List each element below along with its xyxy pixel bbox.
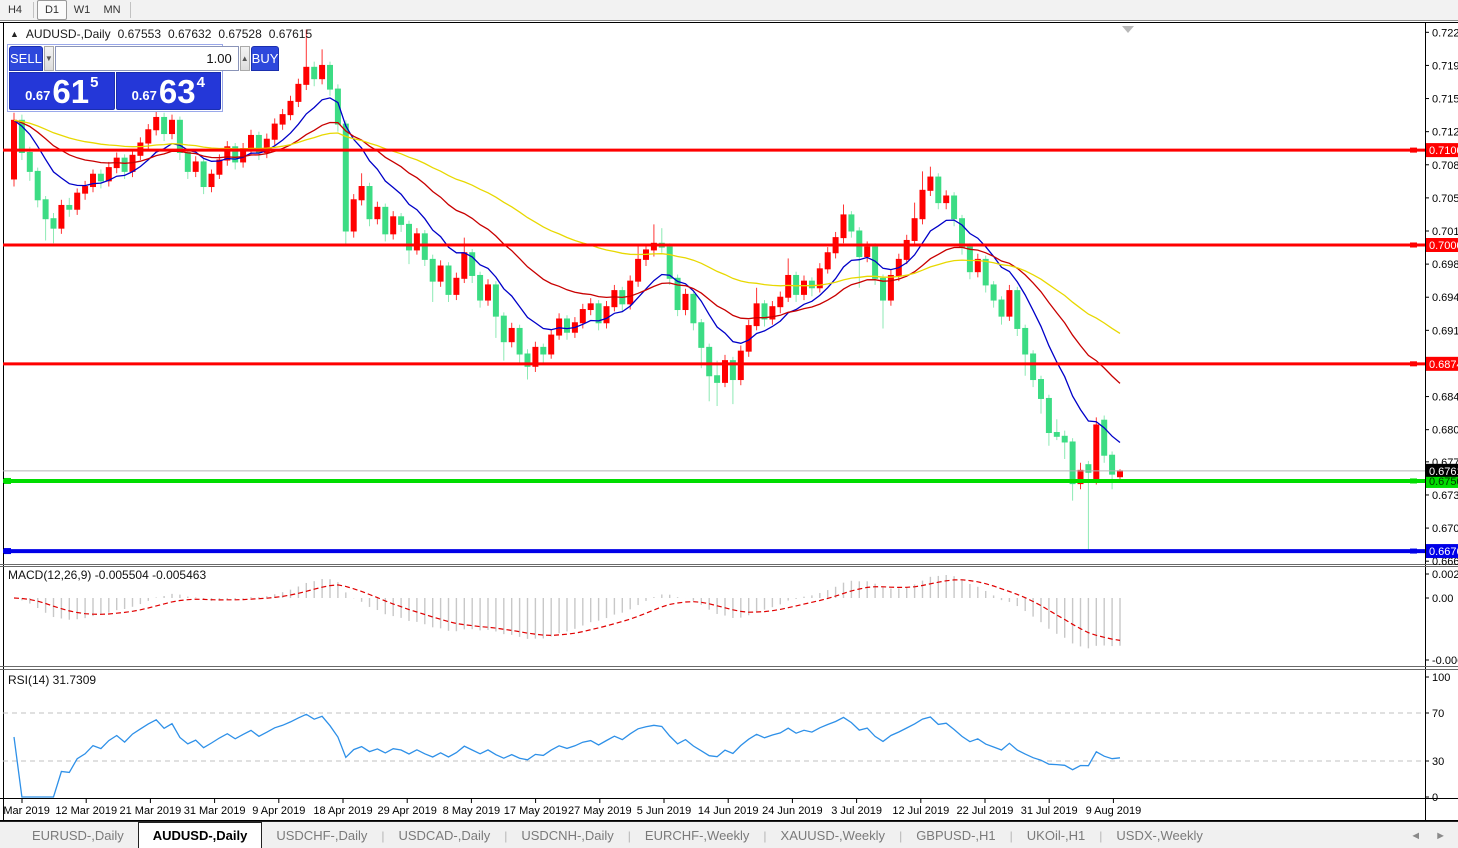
buy-button[interactable]: BUY <box>250 46 280 71</box>
date-tick-label: 22 Jul 2019 <box>957 805 1014 817</box>
volume-input[interactable] <box>54 46 239 71</box>
tab-usdcnh-daily[interactable]: USDCNH-,Daily <box>507 824 627 848</box>
date-tick-label: 8 May 2019 <box>443 805 500 817</box>
date-tick-label: 29 Apr 2019 <box>378 805 437 817</box>
date-tick-label: 31 Mar 2019 <box>184 805 246 817</box>
tab-scroll-controls: ◄ ► <box>1410 830 1458 848</box>
sell-button[interactable]: SELL <box>9 46 43 71</box>
symbol-tab-bar: EURUSD-,Daily AUDUSD-,Daily USDCHF-,Daily |… <box>0 821 1458 848</box>
price-tick-label: 0.68050 <box>1432 425 1458 437</box>
tab-xauusd-weekly[interactable]: XAUUSD-,Weekly <box>767 824 900 848</box>
sell-price-pip: 5 <box>90 74 99 91</box>
date-tick-label: 9 Aug 2019 <box>1086 805 1142 817</box>
line-handle[interactable] <box>1410 361 1417 367</box>
timeframe-toolbar: H4 D1 W1 MN <box>0 0 1458 21</box>
date-tick-label: 17 May 2019 <box>504 805 568 817</box>
timeframe-button-mn[interactable]: MN <box>97 0 127 20</box>
macd-scale-label: 0.00 <box>1432 593 1453 605</box>
price-tick-label: 0.67010 <box>1432 523 1458 535</box>
tab-usdx-weekly[interactable]: USDX-,Weekly <box>1102 824 1216 848</box>
price-tick-label: 0.71550 <box>1432 94 1458 106</box>
buy-price-pip: 4 <box>196 74 205 91</box>
price-level-value: 0.68746 <box>1429 359 1458 371</box>
line-handle[interactable] <box>4 548 11 555</box>
price-tick-label: 0.70150 <box>1432 226 1458 238</box>
timeframe-button-d1[interactable]: D1 <box>37 0 67 20</box>
tab-ukoil-h1[interactable]: UKOil-,H1 <box>1013 824 1100 848</box>
line-handle[interactable] <box>4 477 11 484</box>
macd-scale-label: 0.002574 <box>1432 569 1458 581</box>
volume-decrease-button[interactable]: ▼ <box>43 46 54 71</box>
timeframe-button-w1[interactable]: W1 <box>67 0 97 20</box>
symbol-collapse-icon[interactable]: ▲ <box>10 29 19 39</box>
volume-increase-button[interactable]: ▲ <box>239 46 250 71</box>
price-tick-label: 0.69450 <box>1432 292 1458 304</box>
date-tick-label: 12 Mar 2019 <box>55 805 117 817</box>
price-tick-label: 0.67360 <box>1432 490 1458 502</box>
buy-price-big: 63 <box>158 73 196 110</box>
ohlc-close: 0.67615 <box>268 27 313 41</box>
price-tick-label: 0.70500 <box>1432 193 1458 205</box>
price-level-value: 0.66767 <box>1429 546 1458 558</box>
ohlc-low: 0.67528 <box>218 27 262 41</box>
rsi-label: RSI(14) 31.7309 <box>8 673 96 687</box>
price-tick-label: 0.69800 <box>1432 259 1458 271</box>
line-handle[interactable] <box>1410 548 1417 554</box>
tab-scroll-left-icon[interactable]: ◄ <box>1410 830 1421 842</box>
price-tick-label: 0.71900 <box>1432 60 1458 72</box>
tab-gbpusd-h1[interactable]: GBPUSD-,H1 <box>902 824 1009 848</box>
line-handle[interactable] <box>1410 242 1417 248</box>
tab-usdcad-daily[interactable]: USDCAD-,Daily <box>384 824 504 848</box>
tab-scroll-right-icon[interactable]: ► <box>1435 830 1446 842</box>
price-tick-label: 0.71200 <box>1432 127 1458 139</box>
date-tick-label: 24 Jun 2019 <box>762 805 823 817</box>
date-tick-label: 27 May 2019 <box>568 805 632 817</box>
sell-price-prefix: 0.67 <box>25 88 51 103</box>
line-handle[interactable] <box>1410 478 1417 484</box>
tab-eurchf-weekly[interactable]: EURCHF-,Weekly <box>631 824 764 848</box>
current-price-value: 0.67615 <box>1429 466 1458 478</box>
line-handle[interactable] <box>1410 147 1417 153</box>
date-tick-label: 9 Apr 2019 <box>252 805 305 817</box>
price-tick-label: 0.69100 <box>1432 325 1458 337</box>
date-tick-label: 5 Jun 2019 <box>637 805 691 817</box>
sell-price-display[interactable]: 0.67 61 5 <box>9 72 115 110</box>
price-tick-label: 0.68400 <box>1432 392 1458 404</box>
chart-header: ▲ AUDUSD-,Daily 0.67553 0.67632 0.67528 … <box>10 27 312 41</box>
timeframe-button-h4[interactable]: H4 <box>0 0 30 20</box>
date-tick-label: 31 Jul 2019 <box>1021 805 1078 817</box>
ohlc-high: 0.67632 <box>168 27 212 41</box>
candlestick-chart: 0.72250 0.71900 0.71550 0.71200 0.70850 0.705… <box>0 22 1458 821</box>
symbol-title: AUDUSD-,Daily <box>25 27 111 41</box>
price-tick-label: 0.70850 <box>1432 160 1458 172</box>
macd-label: MACD(12,26,9) -0.005504 -0.005463 <box>8 568 206 582</box>
one-click-trading-panel: SELL ▼ ▲ BUY 0.67 61 5 0.67 63 4 <box>7 44 280 112</box>
ohlc-open: 0.67553 <box>117 27 161 41</box>
tab-eurusd-daily[interactable]: EURUSD-,Daily <box>18 824 138 848</box>
buy-price-prefix: 0.67 <box>131 88 157 103</box>
date-tick-label: 3 Mar 2019 <box>0 805 50 817</box>
tab-usdchf-daily[interactable]: USDCHF-,Daily <box>262 824 381 848</box>
date-tick-label: 14 Jun 2019 <box>698 805 759 817</box>
price-level-value: 0.70002 <box>1429 240 1458 252</box>
rsi-scale-label: 0 <box>1432 792 1438 804</box>
price-tick-label: 0.72250 <box>1432 27 1458 39</box>
buy-price-display[interactable]: 0.67 63 4 <box>115 72 221 110</box>
date-tick-label: 18 Apr 2019 <box>313 805 372 817</box>
toolbar-separator <box>33 2 34 18</box>
rsi-scale-label: 100 <box>1432 672 1450 684</box>
date-tick-label: 21 Mar 2019 <box>120 805 182 817</box>
date-tick-label: 3 Jul 2019 <box>831 805 882 817</box>
price-level-value: 0.71005 <box>1429 145 1458 157</box>
rsi-scale-label: 30 <box>1432 756 1444 768</box>
sell-price-big: 61 <box>52 73 90 110</box>
macd-scale-label: -0.00632 <box>1432 655 1458 667</box>
date-tick-label: 12 Jul 2019 <box>892 805 949 817</box>
tab-audusd-daily[interactable]: AUDUSD-,Daily <box>137 822 263 848</box>
toolbar-separator <box>130 2 131 18</box>
rsi-scale-label: 70 <box>1432 708 1444 720</box>
